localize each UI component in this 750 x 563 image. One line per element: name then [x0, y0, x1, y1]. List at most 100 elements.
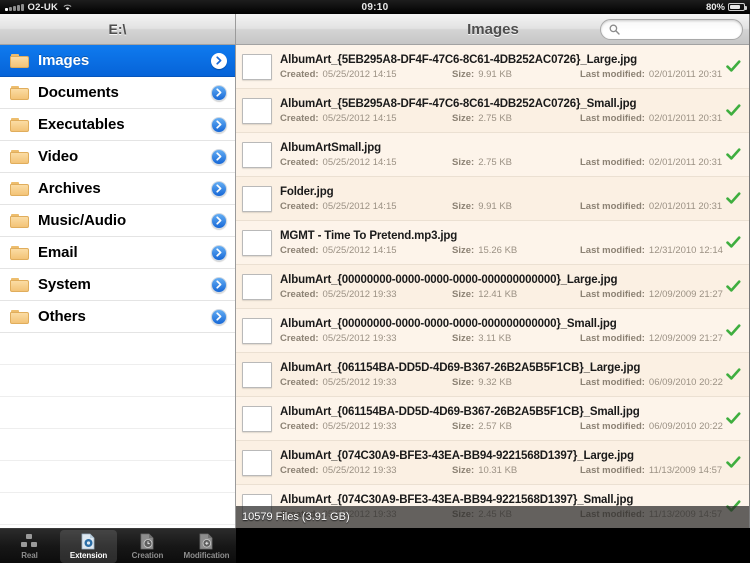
disclosure-chevron-icon[interactable] [211, 276, 227, 293]
tab-label: Modification [183, 550, 230, 560]
tab-creation[interactable]: Creation [119, 530, 176, 563]
sidebar-item-label: System [38, 276, 91, 293]
created-label: Created: [280, 420, 319, 432]
file-meta: Created: 05/25/2012 14:15 Size: 2.75 KB Last… [280, 113, 724, 124]
size-label: Size: [452, 464, 475, 476]
file-name: AlbumArtSmall.jpg [280, 141, 381, 154]
file-row[interactable]: AlbumArt_{5EB295A8-DF4F-47C6-8C61-4DB252… [236, 45, 750, 89]
checkmark-icon[interactable] [724, 104, 742, 117]
file-info: AlbumArt_{061154BA-DD5D-4D69-B367-26B2A5… [280, 406, 724, 432]
file-row[interactable]: MGMT - Time To Pretend.mp3.jpg Created: 05… [236, 221, 750, 265]
sidebar-item-label: Images [38, 52, 90, 69]
search-field[interactable] [600, 19, 750, 40]
tab-extension[interactable]: Extension [60, 529, 117, 563]
checkmark-icon[interactable] [724, 324, 742, 337]
checkmark-icon[interactable] [724, 456, 742, 469]
file-row[interactable]: AlbumArt_{074C30A9-BFE3-43EA-BB94-922156… [236, 441, 750, 485]
sidebar-empty-row [0, 397, 235, 429]
folder-icon [10, 117, 29, 132]
disclosure-chevron-icon[interactable] [211, 244, 227, 261]
sidebar-empty-row [0, 429, 235, 461]
file-list[interactable]: AlbumArt_{5EB295A8-DF4F-47C6-8C61-4DB252… [236, 45, 750, 528]
file-name: AlbumArt_{074C30A9-BFE3-43EA-BB94-922156… [280, 449, 634, 462]
disclosure-chevron-icon[interactable] [211, 116, 227, 133]
tab-modification[interactable]: Modification [178, 530, 235, 563]
tab-label: Real [21, 550, 38, 560]
tab-real[interactable]: Real [1, 530, 58, 563]
search-input[interactable] [625, 20, 750, 39]
folder-icon [10, 53, 29, 68]
modified-label: Last modified: [580, 112, 645, 124]
checkmark-icon[interactable] [724, 60, 742, 73]
file-info: Folder.jpg Created: 05/25/2012 14:15 Size: 9… [280, 186, 724, 212]
modified-label: Last modified: [580, 244, 645, 256]
folder-icon [10, 181, 29, 196]
disclosure-chevron-icon[interactable] [211, 308, 227, 325]
file-row[interactable]: AlbumArt_{00000000-0000-0000-0000-000000… [236, 265, 750, 309]
sidebar-item-video[interactable]: Video [0, 141, 235, 173]
modified-value: 02/01/2011 20:31 [648, 68, 723, 80]
created-label: Created: [280, 244, 319, 256]
tab-bar[interactable]: Real Extension Creation Modification [0, 528, 236, 563]
modified-label: Last modified: [580, 420, 645, 432]
created-value: 05/25/2012 14:15 [322, 156, 397, 168]
size-value: 15.26 KB [478, 244, 518, 256]
disclosure-chevron-icon[interactable] [211, 52, 227, 69]
sidebar-item-email[interactable]: Email [0, 237, 235, 269]
signal-bars-icon [5, 4, 24, 11]
checkmark-icon[interactable] [724, 192, 742, 205]
file-row[interactable]: AlbumArt_{061154BA-DD5D-4D69-B367-26B2A5… [236, 397, 750, 441]
blocks-icon [20, 533, 39, 550]
file-row[interactable]: Folder.jpg Created: 05/25/2012 14:15 Size: 9… [236, 177, 750, 221]
checkmark-icon[interactable] [724, 368, 742, 381]
file-name: AlbumArt_{00000000-0000-0000-0000-000000… [280, 317, 617, 330]
checkmark-icon[interactable] [724, 236, 742, 249]
sidebar-item-documents[interactable]: Documents [0, 77, 235, 109]
size-value: 9.91 KB [478, 200, 512, 212]
file-row[interactable]: AlbumArtSmall.jpg Created: 05/25/2012 14:1… [236, 133, 750, 177]
file-name: Folder.jpg [280, 185, 334, 198]
file-meta: Created: 05/25/2012 14:15 Size: 9.91 KB Last… [280, 69, 724, 80]
modified-label: Last modified: [580, 288, 645, 300]
size-value: 2.75 KB [478, 112, 512, 124]
modified-value: 02/01/2011 20:31 [648, 112, 723, 124]
modified-label: Last modified: [580, 376, 645, 388]
sidebar-item-music-audio[interactable]: Music/Audio [0, 205, 235, 237]
sidebar-item-archives[interactable]: Archives [0, 173, 235, 205]
sidebar-item-images[interactable]: Images [0, 45, 235, 77]
checkmark-icon[interactable] [724, 148, 742, 161]
file-meta: Created: 05/25/2012 14:15 Size: 9.91 KB Last… [280, 201, 724, 212]
file-meta: Created: 05/25/2012 19:33 Size: 3.11 KB Last… [280, 333, 724, 344]
sidebar-list[interactable]: Images Documents Executables Video Archives M… [0, 45, 235, 528]
sidebar-item-executables[interactable]: Executables [0, 109, 235, 141]
sidebar-empty-row [0, 493, 235, 525]
sidebar-item-label: Email [38, 244, 78, 261]
created-label: Created: [280, 376, 319, 388]
file-pane: Images AlbumArt_{5EB295A8-DF4F-47C6-8C61… [236, 14, 750, 528]
file-row[interactable]: AlbumArt_{00000000-0000-0000-0000-000000… [236, 309, 750, 353]
image-thumbnail-icon [242, 361, 272, 388]
file-row[interactable]: AlbumArt_{5EB295A8-DF4F-47C6-8C61-4DB252… [236, 89, 750, 133]
created-value: 05/25/2012 19:33 [322, 288, 397, 300]
created-value: 05/25/2012 14:15 [322, 200, 397, 212]
checkmark-icon[interactable] [724, 412, 742, 425]
file-name: MGMT - Time To Pretend.mp3.jpg [280, 229, 458, 242]
disclosure-chevron-icon[interactable] [211, 180, 227, 197]
sidebar-item-system[interactable]: System [0, 269, 235, 301]
status-bar-right: 80% [530, 2, 750, 13]
sidebar-title: E:\ [0, 14, 235, 45]
created-value: 05/25/2012 14:15 [322, 112, 397, 124]
disclosure-chevron-icon[interactable] [211, 212, 227, 229]
disclosure-chevron-icon[interactable] [211, 148, 227, 165]
folder-icon [10, 309, 29, 324]
modified-value: 11/13/2009 14:57 [648, 464, 723, 476]
file-row[interactable]: AlbumArt_{061154BA-DD5D-4D69-B367-26B2A5… [236, 353, 750, 397]
file-name: AlbumArt_{5EB295A8-DF4F-47C6-8C61-4DB252… [280, 97, 637, 110]
disclosure-chevron-icon[interactable] [211, 84, 227, 101]
size-label: Size: [452, 112, 475, 124]
modified-value: 12/09/2009 21:27 [648, 332, 723, 344]
checkmark-icon[interactable] [724, 280, 742, 293]
image-thumbnail-icon [242, 273, 272, 300]
created-label: Created: [280, 200, 319, 212]
sidebar-item-others[interactable]: Others [0, 301, 235, 333]
